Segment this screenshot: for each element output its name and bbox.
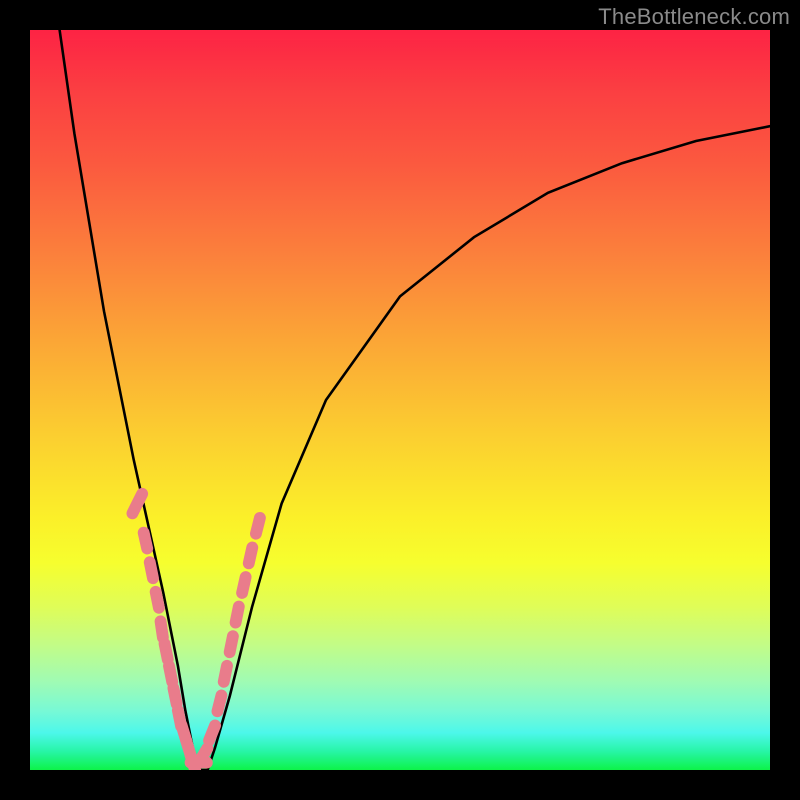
- marker-bead: [156, 592, 159, 608]
- marker-bead: [161, 621, 163, 637]
- chart-stage: TheBottleneck.com: [0, 0, 800, 800]
- marker-bead: [256, 518, 260, 534]
- watermark-label: TheBottleneck.com: [598, 4, 790, 30]
- marker-bead: [224, 666, 227, 682]
- marker-bead: [236, 607, 239, 623]
- marker-bead: [249, 547, 253, 563]
- marker-bead: [169, 666, 172, 682]
- bottleneck-curve: [60, 30, 770, 770]
- marker-bead: [144, 533, 148, 549]
- marker-bead: [190, 755, 195, 770]
- marker-bead: [209, 725, 215, 740]
- marker-bead: [150, 562, 153, 578]
- marker-bead: [182, 725, 187, 741]
- marker-bead: [186, 740, 191, 756]
- marker-bead: [199, 748, 207, 762]
- marker-group: [132, 494, 260, 770]
- marker-bead: [132, 494, 142, 514]
- marker-bead: [165, 644, 168, 660]
- marker-bead: [217, 695, 221, 711]
- plot-area: [30, 30, 770, 770]
- curve-svg: [30, 30, 770, 770]
- marker-bead: [178, 710, 181, 726]
- marker-bead: [173, 688, 176, 704]
- marker-bead: [230, 636, 233, 652]
- marker-bead: [242, 577, 246, 593]
